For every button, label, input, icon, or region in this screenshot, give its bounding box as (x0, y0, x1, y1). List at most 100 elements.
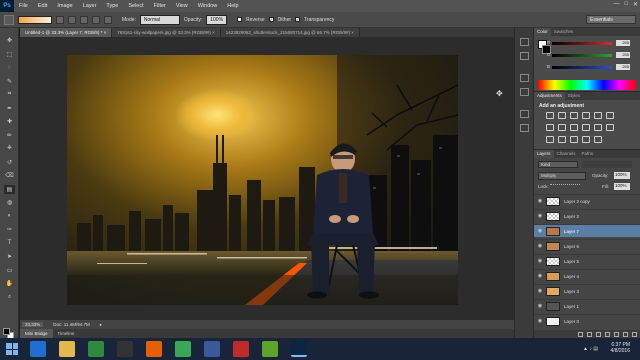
clone-stamp-tool-icon[interactable]: ⎈ (4, 144, 15, 153)
tab-mini-bridge[interactable]: Mini Bridge (20, 329, 53, 338)
tab-styles[interactable]: Styles (565, 92, 583, 100)
layer-thumbnail[interactable] (546, 241, 560, 251)
layer-name[interactable]: Layer 3 (564, 289, 579, 294)
zoom-tool-icon[interactable]: ⌕ (4, 293, 15, 302)
menu-window[interactable]: Window (193, 3, 223, 9)
link-layers-icon[interactable] (578, 331, 583, 337)
quick-select-tool-icon[interactable]: ✎ (4, 77, 15, 86)
tab-city-wallpapers[interactable]: 769161-city-wallpapers.jpg @ 33.3% (RGB/… (112, 28, 221, 37)
eyedropper-tool-icon[interactable]: ✒ (4, 104, 15, 113)
visibility-eye-icon[interactable]: ◉ (534, 303, 546, 309)
photoshop-logo-icon[interactable]: Ps (0, 0, 14, 12)
canvas-image[interactable] (67, 55, 458, 305)
layer-name[interactable]: Layer 2 (564, 214, 579, 219)
reverse-checkbox[interactable] (237, 17, 243, 22)
levels-icon[interactable] (558, 112, 566, 119)
tab-channels[interactable]: Channels (554, 150, 579, 158)
menu-file[interactable]: File (14, 3, 33, 9)
healing-tool-icon[interactable]: ✚ (4, 117, 15, 126)
visibility-eye-icon[interactable]: ◉ (534, 198, 546, 204)
layer-name[interactable]: Layer 7 (564, 229, 579, 234)
layer-name[interactable]: Layer 6 (564, 244, 579, 249)
lasso-tool-icon[interactable]: ◌ (4, 63, 15, 72)
layer-row[interactable]: ◉ Layer 3 (534, 284, 640, 297)
layer-row[interactable]: ◉ Layer 2 (534, 209, 640, 222)
layer-row[interactable]: ◉ Layer 0 (534, 314, 640, 327)
menu-filter[interactable]: Filter (149, 3, 171, 9)
red-value[interactable]: 255 (616, 40, 630, 46)
gradient-map-icon[interactable] (594, 136, 602, 143)
tab-shutterstock[interactable]: 1423829062_shutterstock_215680714.jpg @ … (220, 28, 360, 37)
green-value[interactable]: 255 (616, 52, 630, 58)
photoshop-icon[interactable] (291, 341, 307, 357)
layer-name[interactable]: Layer 2 copy (564, 199, 590, 204)
menu-view[interactable]: View (171, 3, 193, 9)
tab-close-icon[interactable]: × (351, 30, 354, 35)
tab-untitled-1[interactable]: Untitled-1 @ 33.3% (Layer 7, RGB/8) * × (20, 28, 113, 37)
invert-icon[interactable] (546, 136, 554, 143)
tab-paths[interactable]: Paths (579, 150, 597, 158)
type-tool-icon[interactable]: T (4, 239, 15, 248)
utorrent-icon[interactable] (262, 341, 278, 357)
visibility-eye-icon[interactable]: ◉ (534, 273, 546, 279)
layer-filter-select[interactable]: Kind (538, 161, 578, 168)
windows-start-icon[interactable] (6, 343, 18, 355)
layer-thumbnail[interactable] (546, 316, 560, 326)
media-icon[interactable] (233, 341, 249, 357)
color-lookup-icon[interactable] (606, 124, 614, 131)
blend-mode-select[interactable]: Multiply (538, 172, 586, 180)
menu-type[interactable]: Type (101, 3, 123, 9)
blur-tool-icon[interactable]: ◍ (4, 198, 15, 207)
layer-filter-toggles[interactable] (582, 161, 632, 168)
layer-thumbnail[interactable] (546, 286, 560, 296)
close-button[interactable]: ✕ (633, 1, 638, 8)
color-balance-icon[interactable] (558, 124, 566, 131)
layer-thumbnail[interactable] (546, 211, 560, 221)
gradient-preview[interactable] (18, 15, 52, 24)
triangle-icon[interactable] (606, 112, 614, 119)
layer-thumbnail[interactable] (546, 271, 560, 281)
layer-name[interactable]: Layer 5 (564, 259, 579, 264)
history-brush-tool-icon[interactable]: ↺ (4, 158, 15, 167)
paragraph-panel-icon[interactable] (520, 88, 529, 96)
file-explorer-icon[interactable] (59, 341, 75, 357)
character-panel-icon[interactable] (520, 74, 529, 82)
history-panel-icon[interactable] (520, 38, 529, 46)
layer-row[interactable]: ◉ Layer 5 (534, 254, 640, 267)
trash-icon[interactable] (632, 331, 637, 337)
angle-gradient-button[interactable] (80, 15, 88, 24)
edge-icon[interactable] (30, 341, 46, 357)
gradient-preset-icon[interactable] (4, 14, 14, 25)
windows-store-icon[interactable] (88, 341, 104, 357)
layer-thumbnail[interactable] (546, 196, 560, 206)
layer-name[interactable]: Layer 0 (564, 319, 579, 324)
visibility-eye-icon[interactable]: ◉ (534, 318, 546, 324)
linear-gradient-button[interactable] (56, 15, 64, 24)
gradient-tool-icon[interactable]: ▤ (4, 184, 15, 194)
menu-help[interactable]: Help (222, 3, 243, 9)
dodge-tool-icon[interactable]: ◐ (4, 212, 15, 221)
status-arrow-icon[interactable]: ▸ (100, 322, 102, 328)
hue-saturation-icon[interactable] (546, 124, 554, 131)
tab-close-icon[interactable]: × (104, 30, 107, 35)
channel-mixer-icon[interactable] (594, 124, 602, 131)
opacity-field[interactable]: 100% (206, 14, 228, 25)
layer-row[interactable]: ◉ Layer 1 (534, 299, 640, 312)
visibility-eye-icon[interactable]: ◉ (534, 243, 546, 249)
group-icon[interactable] (614, 331, 619, 337)
zoom-level-field[interactable]: 33.33% (22, 322, 44, 327)
layer-thumbnail[interactable] (546, 256, 560, 266)
menu-layer[interactable]: Layer (78, 3, 102, 9)
layer-mask-icon[interactable] (596, 331, 601, 337)
shape-tool-icon[interactable]: ▭ (4, 266, 15, 275)
reflected-gradient-button[interactable] (92, 15, 100, 24)
minimize-button[interactable]: — (613, 1, 619, 8)
tab-swatches[interactable]: Swatches (551, 28, 577, 36)
adjustment-layer-icon[interactable] (605, 331, 610, 337)
posterize-icon[interactable] (558, 136, 566, 143)
crop-tool-icon[interactable]: ⌗ (4, 90, 15, 99)
brightness-contrast-icon[interactable] (546, 112, 554, 119)
tab-color[interactable]: Color (534, 28, 551, 36)
dither-checkbox[interactable]: ✓ (268, 17, 274, 22)
foreground-color-swatch[interactable] (3, 328, 10, 335)
